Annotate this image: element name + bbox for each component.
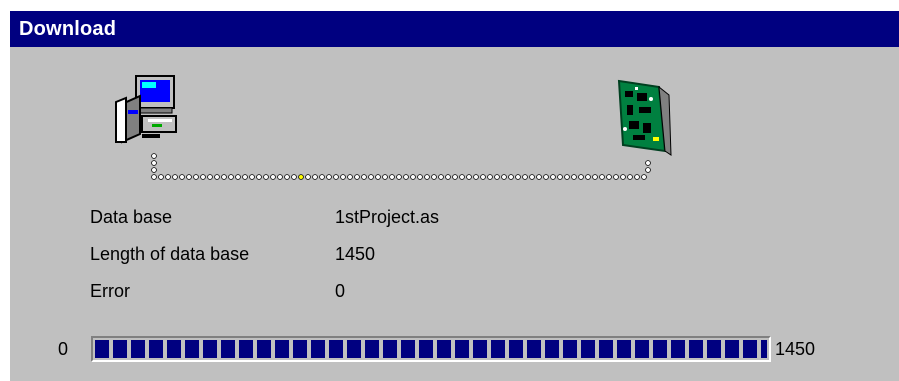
transfer-dot	[599, 174, 605, 180]
transfer-dot	[242, 174, 248, 180]
transfer-dot	[207, 174, 213, 180]
transfer-dot	[627, 174, 633, 180]
transfer-dot	[529, 174, 535, 180]
progress-bar	[91, 336, 771, 362]
transfer-dot	[424, 174, 430, 180]
transfer-dot	[270, 174, 276, 180]
transfer-dot	[151, 153, 157, 159]
transfer-dot	[256, 174, 262, 180]
transfer-dot	[263, 174, 269, 180]
transfer-dot	[417, 174, 423, 180]
transfer-dot	[501, 174, 507, 180]
transfer-dot	[445, 174, 451, 180]
transfer-dot	[571, 174, 577, 180]
transfer-dot	[375, 174, 381, 180]
transfer-dot	[291, 174, 297, 180]
transfer-dot	[403, 174, 409, 180]
transfer-dot	[228, 174, 234, 180]
dialog-title: Download	[10, 11, 899, 47]
transfer-dot	[151, 160, 157, 166]
transfer-dot	[158, 174, 164, 180]
data-base-value: 1stProject.as	[335, 207, 440, 227]
transfer-dot	[645, 160, 651, 166]
transfer-dot	[645, 167, 651, 173]
progress-fill	[95, 340, 767, 358]
error-value: 0	[335, 281, 346, 301]
transfer-dot	[312, 174, 318, 180]
transfer-dot	[172, 174, 178, 180]
transfer-dot	[466, 174, 472, 180]
transfer-dot	[333, 174, 339, 180]
transfer-dot	[578, 174, 584, 180]
transfer-dot	[438, 174, 444, 180]
transfer-dot	[508, 174, 514, 180]
circuit-board-icon	[617, 79, 672, 156]
transfer-dot	[284, 174, 290, 180]
transfer-dot	[473, 174, 479, 180]
transfer-dot	[368, 174, 374, 180]
transfer-dot	[179, 174, 185, 180]
transfer-dot	[396, 174, 402, 180]
transfer-dot	[543, 174, 549, 180]
transfer-dot	[564, 174, 570, 180]
transfer-dot	[522, 174, 528, 180]
data-base-label: Data base	[90, 207, 173, 227]
length-label: Length of data base	[90, 244, 250, 264]
transfer-dot	[480, 174, 486, 180]
transfer-dot	[326, 174, 332, 180]
transfer-dot	[557, 174, 563, 180]
transfer-dot	[221, 174, 227, 180]
transfer-dot	[361, 174, 367, 180]
transfer-dot	[431, 174, 437, 180]
transfer-dot	[634, 174, 640, 180]
progress-max-label: 1450	[775, 339, 816, 359]
computer-icon	[115, 75, 177, 144]
transfer-dot	[165, 174, 171, 180]
transfer-dot	[550, 174, 556, 180]
transfer-dot	[347, 174, 353, 180]
transfer-dot	[305, 174, 311, 180]
transfer-dot	[235, 174, 241, 180]
transfer-dot-active	[298, 174, 304, 180]
transfer-dot	[354, 174, 360, 180]
transfer-dot	[452, 174, 458, 180]
transfer-dot	[200, 174, 206, 180]
download-dialog: Download Data base 1stProject.as Length …	[9, 10, 899, 381]
transfer-dot	[151, 167, 157, 173]
transfer-dot	[151, 174, 157, 180]
transfer-dot	[487, 174, 493, 180]
transfer-dot	[585, 174, 591, 180]
transfer-dot	[389, 174, 395, 180]
transfer-dot	[536, 174, 542, 180]
error-label: Error	[90, 281, 130, 301]
transfer-dot	[494, 174, 500, 180]
transfer-dot	[340, 174, 346, 180]
transfer-dot	[620, 174, 626, 180]
length-value: 1450	[335, 244, 376, 264]
transfer-dot	[319, 174, 325, 180]
transfer-dot	[186, 174, 192, 180]
transfer-dot	[410, 174, 416, 180]
transfer-dot	[459, 174, 465, 180]
transfer-dot	[277, 174, 283, 180]
transfer-dot	[214, 174, 220, 180]
transfer-dot	[382, 174, 388, 180]
transfer-dot	[613, 174, 619, 180]
transfer-dot	[641, 174, 647, 180]
progress-min-label: 0	[58, 339, 69, 359]
transfer-dot	[592, 174, 598, 180]
transfer-dot	[515, 174, 521, 180]
transfer-dot	[249, 174, 255, 180]
transfer-dot	[606, 174, 612, 180]
transfer-dot	[193, 174, 199, 180]
